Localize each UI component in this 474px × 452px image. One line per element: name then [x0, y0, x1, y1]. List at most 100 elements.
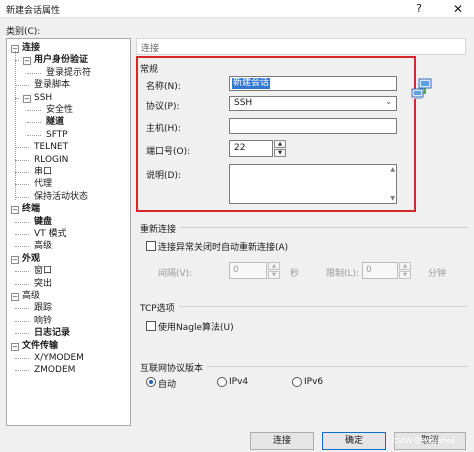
description-textarea[interactable]: ▲ ▼ [229, 164, 397, 204]
tree-item[interactable]: 日志记录 [34, 327, 70, 339]
tree-item-label: 键盘 [34, 216, 53, 227]
scroll-down-icon[interactable]: ▼ [390, 195, 395, 202]
breadcrumb: 连接 [136, 38, 466, 55]
tree-item[interactable]: − 外观 [11, 253, 40, 265]
protocol-select[interactable]: SSH ⌄ [229, 96, 397, 111]
tree-item[interactable]: − 高级 [11, 290, 40, 302]
tree-connector [27, 122, 41, 124]
tree-item[interactable]: 高级 [34, 240, 52, 252]
collapse-icon[interactable]: − [11, 293, 19, 301]
breadcrumb-text: 连接 [141, 44, 160, 54]
tree-item[interactable]: 隧道 [46, 116, 64, 128]
tree-item[interactable]: X/YMODEM [34, 352, 84, 364]
collapse-icon[interactable]: − [23, 57, 31, 66]
tree-item[interactable]: 登录脚本 [34, 79, 70, 91]
tree-item[interactable]: − 终端 [11, 203, 40, 215]
collapse-icon[interactable]: − [11, 206, 19, 215]
tree-item[interactable]: 安全性 [46, 104, 73, 116]
protocol-value: SSH [234, 98, 253, 108]
auto-reconnect-checkbox[interactable] [146, 241, 156, 251]
ip-v4-label: IPv4 [229, 377, 249, 387]
interval-spin-up-icon[interactable]: ▲ [268, 262, 280, 270]
tcp-group-title: TCP选项 [140, 301, 179, 314]
category-tree[interactable]: − 连接 − 用户身份验证 登录提示符 登录脚本 − SSH 安全性 隧道 SFTP TELNET RL… [6, 38, 131, 426]
interval-input[interactable]: 0 [229, 262, 267, 279]
tree-item[interactable]: − 用户身份验证 [23, 54, 88, 66]
ip-v6-radio[interactable] [292, 377, 302, 387]
tree-item-label: TELNET [34, 142, 69, 153]
ip-v4-radio[interactable] [217, 377, 227, 387]
tree-item[interactable]: 窗口 [34, 265, 52, 277]
tree-item[interactable]: 登录提示符 [46, 67, 91, 79]
port-spin-up-icon[interactable]: ▲ [274, 140, 286, 148]
tree-item[interactable]: 响铃 [34, 315, 52, 327]
tree-connector [15, 221, 29, 223]
tree-item-label: 登录提示符 [46, 67, 92, 78]
tree-item[interactable]: 键盘 [34, 216, 52, 228]
port-value: 22 [234, 143, 246, 153]
host-input[interactable] [229, 118, 397, 134]
category-label: 类别(C): [6, 27, 41, 37]
ip-v6-label: IPv6 [304, 377, 324, 387]
tree-item-label: ZMODEM [34, 365, 76, 376]
port-input[interactable]: 22 [229, 140, 273, 157]
tree-connector [15, 159, 29, 161]
interval-spin-down-icon[interactable]: ▼ [268, 271, 280, 279]
ok-button[interactable]: 确定 [322, 432, 386, 450]
network-computers-icon [411, 78, 432, 99]
tree-item-label: SSH [34, 92, 53, 103]
nagle-label: 使用Nagle算法(U) [158, 323, 234, 333]
tree-item[interactable]: − SSH [23, 92, 52, 104]
collapse-icon[interactable]: − [11, 342, 19, 351]
reconnect-group-title: 重新连接 [140, 222, 181, 235]
tree-item[interactable]: RLOGIN [34, 154, 68, 166]
collapse-icon[interactable]: − [23, 94, 31, 103]
tree-item-label: 突出 [34, 278, 53, 289]
tree-connector [15, 308, 29, 310]
tree-connector [15, 51, 16, 200]
tree-item-label: 安全性 [46, 105, 74, 115]
tree-connector [27, 72, 41, 74]
tree-item-label: RLOGIN [34, 154, 69, 165]
tree-item-label: 代理 [34, 179, 53, 190]
tree-item-label: 外观 [22, 253, 41, 264]
tree-connector [15, 196, 29, 198]
tree-item[interactable]: SFTP [46, 129, 68, 141]
port-spin-down-icon[interactable]: ▼ [274, 149, 286, 157]
ip-auto-label: 自动 [158, 380, 177, 390]
tree-item-label: 高级 [22, 291, 41, 301]
tree-item-label: X/YMODEM [34, 353, 84, 363]
tree-item[interactable]: 代理 [34, 178, 52, 190]
title-bar: 新建会话属性 ? ✕ [0, 0, 474, 18]
nagle-checkbox[interactable] [146, 321, 156, 331]
limit-spin-down-icon[interactable]: ▼ [399, 271, 411, 279]
close-button[interactable]: ✕ [448, 2, 468, 16]
help-button[interactable]: ? [412, 2, 426, 16]
tree-connector [15, 283, 29, 285]
tree-item[interactable]: 保持活动状态 [34, 191, 88, 203]
tree-item-label: 窗口 [34, 266, 53, 277]
limit-input[interactable]: 0 [362, 262, 398, 279]
name-input[interactable]: 新建会话 [229, 76, 397, 91]
connect-button[interactable]: 连接 [250, 432, 314, 450]
limit-spin-up-icon[interactable]: ▲ [399, 262, 411, 270]
tree-item[interactable]: TELNET [34, 141, 68, 153]
tree-item[interactable]: 串口 [34, 166, 52, 178]
tree-item-label: 登录脚本 [34, 80, 71, 91]
tree-item[interactable]: 突出 [34, 278, 52, 290]
tree-connector [15, 184, 29, 186]
scroll-up-icon[interactable]: ▲ [390, 166, 395, 173]
interval-value: 0 [233, 265, 239, 275]
tree-item[interactable]: ZMODEM [34, 364, 75, 376]
tree-item-label: 响铃 [34, 315, 53, 326]
tree-item[interactable]: VT 模式 [34, 228, 67, 240]
tree-item-label: 隧道 [46, 117, 65, 128]
tree-connector [15, 333, 29, 335]
collapse-icon[interactable]: − [11, 255, 19, 264]
tree-item-label: 连接 [22, 43, 41, 53]
reconnect-group-divider [140, 227, 468, 228]
tree-item-label: SFTP [46, 129, 68, 140]
tree-item[interactable]: − 文件传输 [11, 340, 58, 352]
tree-item[interactable]: 跟踪 [34, 302, 52, 314]
ip-auto-radio[interactable] [146, 377, 156, 387]
